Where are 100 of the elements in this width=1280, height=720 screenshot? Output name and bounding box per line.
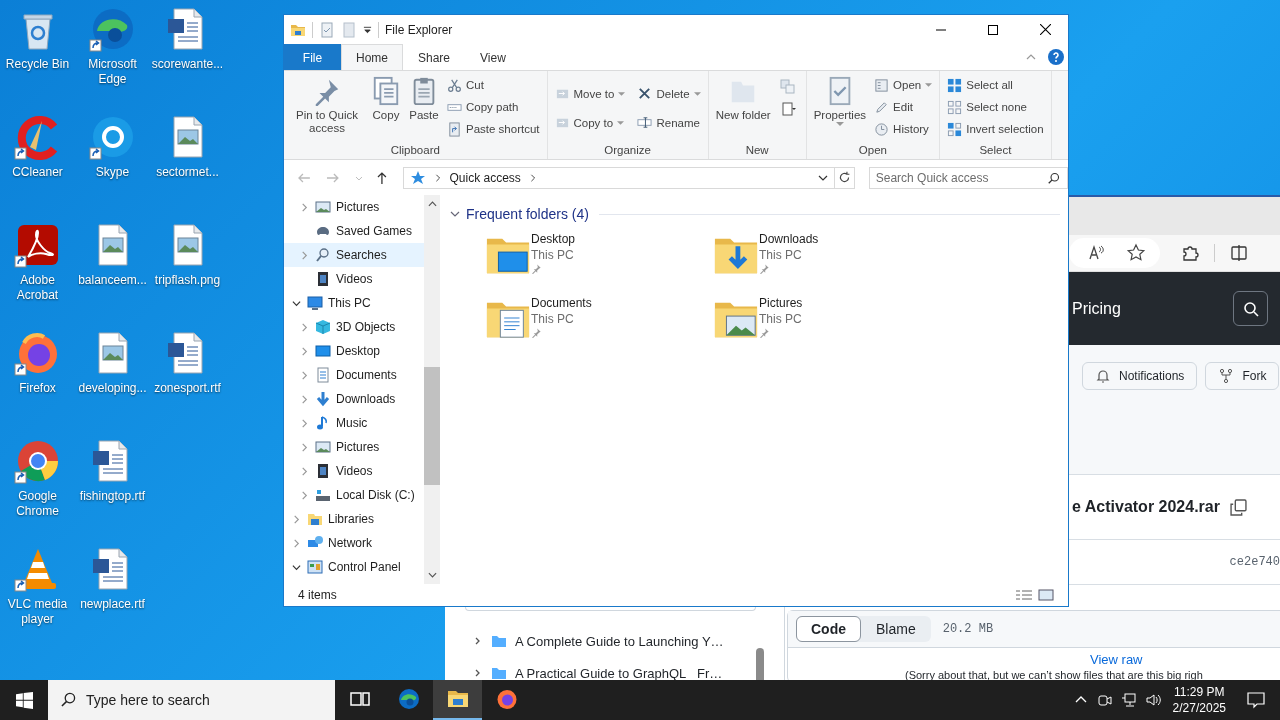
search-field[interactable]: Search Quick access bbox=[868, 166, 1068, 189]
nav-item[interactable]: Videos bbox=[284, 459, 424, 483]
grid-outline-icon bbox=[947, 99, 963, 115]
ribbon-button[interactable]: Invert selection bbox=[944, 118, 1047, 140]
address-bar[interactable] bbox=[1069, 238, 1160, 268]
search-icon bbox=[1242, 300, 1259, 317]
chevron-icon[interactable] bbox=[291, 562, 301, 572]
camera-icon[interactable] bbox=[1096, 692, 1113, 708]
nav-item[interactable]: This PC bbox=[284, 291, 424, 315]
ribbon-button[interactable]: Edit bbox=[871, 96, 936, 118]
pencil-icon bbox=[874, 99, 890, 115]
nav-item[interactable]: Documents bbox=[284, 363, 424, 387]
group-label: New bbox=[744, 144, 770, 158]
speech-bubble-icon[interactable] bbox=[1246, 690, 1266, 710]
grid-icon bbox=[947, 77, 963, 93]
ribbon-button[interactable]: Copy bbox=[368, 73, 404, 122]
segmented-button[interactable]: Code bbox=[796, 616, 861, 642]
refresh-button[interactable] bbox=[834, 166, 855, 189]
view-raw-link[interactable]: View raw bbox=[1090, 651, 1143, 668]
nav-item[interactable]: Music bbox=[284, 411, 424, 435]
nav-item[interactable]: Desktop bbox=[284, 339, 424, 363]
ribbon-button[interactable]: Copy to bbox=[551, 108, 629, 137]
icon-label[interactable]: Firefox bbox=[0, 381, 75, 396]
chevron-icon bbox=[528, 173, 537, 182]
folder-location: This PC bbox=[759, 247, 803, 263]
icon-label[interactable]: Microsoft Edge bbox=[75, 57, 150, 87]
split-screen-icon[interactable] bbox=[1229, 243, 1249, 263]
puzzle-icon[interactable] bbox=[1180, 243, 1200, 263]
ribbon-button[interactable]: Delete bbox=[634, 79, 704, 108]
ribbon-button[interactable]: Move to bbox=[551, 79, 629, 108]
icon-label[interactable]: Adobe Acrobat bbox=[0, 273, 75, 303]
ribbon-button[interactable]: Rename bbox=[634, 108, 704, 137]
nav-item[interactable]: Control Panel bbox=[284, 555, 424, 579]
ribbon-tab[interactable]: Share bbox=[403, 44, 466, 70]
volume-icon[interactable] bbox=[1144, 692, 1161, 708]
chevron-icon[interactable] bbox=[450, 209, 460, 219]
ribbon-tab[interactable]: File bbox=[284, 44, 341, 70]
copy-icon[interactable] bbox=[1229, 498, 1247, 516]
icon-label[interactable]: Google Chrome bbox=[0, 489, 75, 519]
section-title[interactable]: Frequent folders (4) bbox=[466, 206, 589, 222]
taskbar-app[interactable] bbox=[433, 680, 482, 720]
address-field[interactable]: Quick access bbox=[402, 166, 835, 189]
commit-hash[interactable]: ce2e740 bbox=[1229, 555, 1280, 569]
checkmark-page-icon[interactable] bbox=[319, 21, 335, 38]
nav-item[interactable]: Network bbox=[284, 531, 424, 555]
icon-label[interactable]: developing... bbox=[75, 381, 150, 396]
ribbon-button[interactable]: Paste shortcut bbox=[444, 118, 543, 140]
icon-label[interactable]: CCleaner bbox=[0, 165, 75, 180]
folder-name[interactable]: Downloads bbox=[759, 231, 819, 247]
help-icon[interactable] bbox=[1048, 49, 1064, 65]
shortcut-icon bbox=[447, 121, 462, 137]
icon-label[interactable]: Skype bbox=[75, 165, 150, 180]
nav-item[interactable]: Searches bbox=[284, 243, 424, 267]
large-icons-view-icon[interactable] bbox=[1038, 589, 1054, 601]
search-icon bbox=[1048, 171, 1060, 184]
scrollbar[interactable] bbox=[424, 195, 440, 584]
ribbon-button[interactable]: Cut bbox=[444, 74, 543, 96]
nav-item[interactable]: Local Disk (C:) bbox=[284, 483, 424, 507]
tree-item[interactable]: A Practical Guide to GraphQL_ Fr… bbox=[465, 657, 756, 680]
item-count: 4 items bbox=[298, 588, 337, 602]
ribbon-button[interactable]: Properties bbox=[810, 73, 870, 126]
repo-button[interactable]: Notifications bbox=[1082, 362, 1198, 390]
nav-item[interactable]: Saved Games bbox=[284, 219, 424, 243]
ribbon-button[interactable]: New folder bbox=[712, 73, 774, 122]
icon-label[interactable]: scorewante... bbox=[150, 57, 225, 72]
nav-item[interactable]: Pictures bbox=[284, 195, 424, 219]
new-page-icon[interactable] bbox=[779, 101, 796, 117]
ribbon-button[interactable]: Pin to Quick access bbox=[288, 73, 366, 135]
nav-item[interactable]: 3D Objects bbox=[284, 315, 424, 339]
folder-name[interactable]: Pictures bbox=[759, 295, 803, 311]
nav-link[interactable]: Pricing bbox=[1072, 299, 1121, 318]
chevron-icon[interactable] bbox=[291, 298, 301, 308]
search-button[interactable] bbox=[1233, 291, 1268, 326]
tree-item[interactable]: A Complete Guide to Launching Y… bbox=[465, 625, 756, 657]
ribbon-button[interactable]: Select all bbox=[944, 74, 1047, 96]
folder-name[interactable]: Documents bbox=[531, 295, 592, 311]
folder-location: This PC bbox=[759, 311, 803, 327]
repo-button[interactable]: Fork bbox=[1205, 362, 1280, 390]
ribbon-button[interactable]: Select none bbox=[944, 96, 1047, 118]
folder-name[interactable]: Desktop bbox=[531, 231, 576, 247]
ribbon-button[interactable]: Copy path bbox=[444, 96, 543, 118]
nav-item[interactable]: Videos bbox=[284, 267, 424, 291]
group-label: Clipboard bbox=[389, 144, 441, 158]
ribbon-button[interactable]: Open bbox=[871, 74, 936, 96]
icon-label[interactable]: sectormet... bbox=[150, 165, 225, 180]
network-icon[interactable] bbox=[1120, 692, 1137, 708]
ribbon-tab[interactable]: View bbox=[465, 44, 521, 70]
search-field[interactable]: Type here to search bbox=[48, 680, 335, 720]
star-icon[interactable] bbox=[1126, 243, 1146, 263]
icon-label[interactable]: balanceem... bbox=[75, 273, 150, 288]
ribbon-button[interactable]: History bbox=[871, 118, 936, 140]
ribbon-tab[interactable]: Home bbox=[341, 44, 403, 70]
nav-item[interactable]: Pictures bbox=[284, 435, 424, 459]
clock[interactable]: 11:29 PM 2/27/2025 bbox=[1172, 684, 1226, 716]
nav-item[interactable]: Downloads bbox=[284, 387, 424, 411]
segmented-button[interactable]: Blame bbox=[861, 616, 931, 642]
icon-label[interactable]: Recycle Bin bbox=[0, 57, 75, 72]
ribbon-button[interactable]: Paste bbox=[406, 73, 442, 122]
nav-item[interactable]: Libraries bbox=[284, 507, 424, 531]
icon-label[interactable]: tripflash.png bbox=[150, 273, 225, 288]
